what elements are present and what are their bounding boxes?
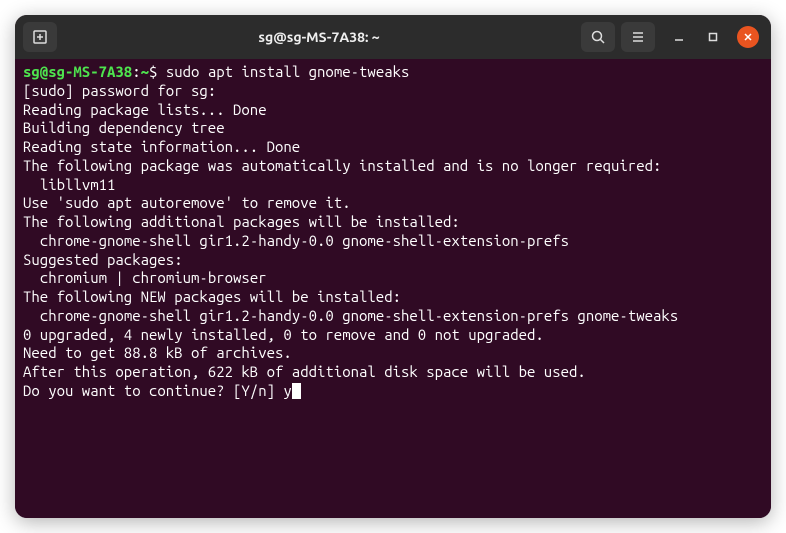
output-line: [sudo] password for sg: bbox=[23, 82, 763, 101]
output-line: 0 upgraded, 4 newly installed, 0 to remo… bbox=[23, 326, 763, 345]
search-icon bbox=[590, 29, 606, 45]
output-line: Use 'sudo apt autoremove' to remove it. bbox=[23, 194, 763, 213]
menu-button[interactable] bbox=[621, 22, 655, 52]
minimize-button[interactable] bbox=[669, 27, 689, 47]
continue-prompt: Do you want to continue? [Y/n] bbox=[23, 382, 283, 399]
output-line: Reading package lists... Done bbox=[23, 101, 763, 120]
output-line: Building dependency tree bbox=[23, 119, 763, 138]
output-line: After this operation, 622 kB of addition… bbox=[23, 363, 763, 382]
output-line: libllvm11 bbox=[23, 176, 763, 195]
prompt-line: sg@sg-MS-7A38:~$ sudo apt install gnome-… bbox=[23, 63, 763, 82]
prompt-colon: : bbox=[132, 63, 140, 80]
prompt-path: ~ bbox=[141, 63, 149, 80]
close-icon bbox=[743, 32, 753, 42]
titlebar: sg@sg-MS-7A38: ~ bbox=[15, 15, 771, 59]
output-line: chrome-gnome-shell gir1.2-handy-0.0 gnom… bbox=[23, 232, 763, 251]
new-tab-icon bbox=[32, 29, 48, 45]
window-title: sg@sg-MS-7A38: ~ bbox=[63, 29, 575, 45]
search-button[interactable] bbox=[581, 22, 615, 52]
terminal-body[interactable]: sg@sg-MS-7A38:~$ sudo apt install gnome-… bbox=[15, 59, 771, 518]
cursor bbox=[292, 383, 301, 399]
continue-line: Do you want to continue? [Y/n] y bbox=[23, 382, 763, 401]
terminal-window: sg@sg-MS-7A38: ~ bbox=[15, 15, 771, 518]
maximize-button[interactable] bbox=[703, 27, 723, 47]
hamburger-icon bbox=[630, 29, 646, 45]
output-line: chromium | chromium-browser bbox=[23, 269, 763, 288]
minimize-icon bbox=[674, 32, 684, 42]
command-text: sudo apt install gnome-tweaks bbox=[166, 63, 410, 80]
output-line: Reading state information... Done bbox=[23, 138, 763, 157]
output-line: The following additional packages will b… bbox=[23, 213, 763, 232]
continue-input: y bbox=[283, 382, 291, 399]
output-line: chrome-gnome-shell gir1.2-handy-0.0 gnom… bbox=[23, 307, 763, 326]
prompt-user-host: sg@sg-MS-7A38 bbox=[23, 63, 132, 80]
window-controls bbox=[669, 26, 759, 48]
output-line: The following package was automatically … bbox=[23, 157, 763, 176]
close-button[interactable] bbox=[737, 26, 759, 48]
output-line: Need to get 88.8 kB of archives. bbox=[23, 344, 763, 363]
prompt-symbol: $ bbox=[149, 63, 166, 80]
new-tab-button[interactable] bbox=[23, 22, 57, 52]
output-line: Suggested packages: bbox=[23, 251, 763, 270]
output-line: The following NEW packages will be insta… bbox=[23, 288, 763, 307]
maximize-icon bbox=[708, 32, 718, 42]
